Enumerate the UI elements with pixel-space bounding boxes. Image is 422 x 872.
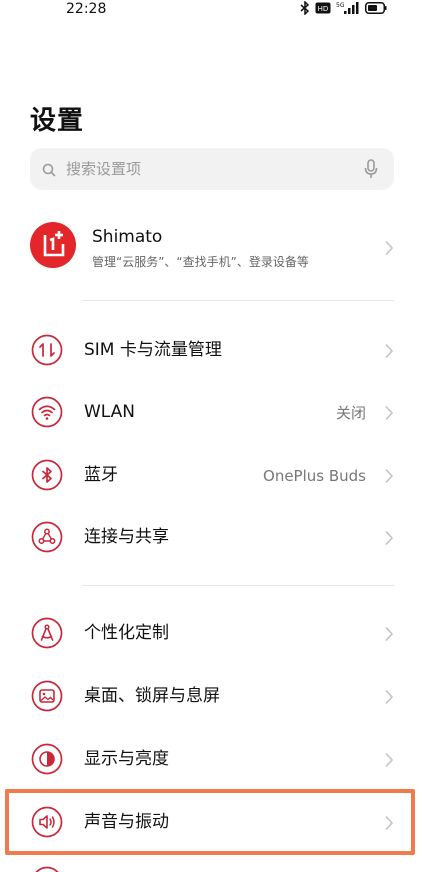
search-input[interactable]: 搜索设置项 [66, 159, 141, 179]
page-title: 设置 [30, 106, 85, 136]
setting-row-personalization[interactable]: 个性化定制 [0, 603, 422, 665]
chevron-right-icon [385, 343, 394, 359]
setting-label: 连接与共享 [84, 527, 169, 547]
setting-row-wlan[interactable]: WLAN 关闭 [0, 382, 422, 444]
bluetooth-icon [31, 459, 63, 491]
account-name: Shimato [92, 227, 163, 247]
divider [82, 585, 394, 586]
search-icon [42, 162, 56, 181]
sim-data-icon [31, 334, 63, 366]
search-bar[interactable]: 搜索设置项 [30, 148, 394, 190]
setting-row-connection-sharing[interactable]: 连接与共享 [0, 507, 422, 569]
status-bar: 22:28 HD 5G [0, 0, 422, 22]
status-bluetooth-icon [300, 1, 310, 15]
home-lock-screen-icon [31, 680, 63, 712]
chevron-right-icon [385, 626, 394, 642]
setting-row-sim[interactable]: SIM 卡与流量管理 [0, 320, 422, 382]
personalization-icon [31, 617, 63, 649]
chevron-right-icon [385, 530, 394, 546]
setting-label: 显示与亮度 [84, 749, 169, 769]
chevron-right-icon [385, 689, 394, 705]
microphone-icon[interactable] [364, 159, 378, 183]
setting-label: WLAN [84, 402, 136, 422]
divider [82, 300, 394, 301]
svg-text:HD: HD [318, 5, 329, 13]
setting-label: 蓝牙 [84, 465, 118, 485]
setting-row-display-brightness[interactable]: 显示与亮度 [0, 729, 422, 791]
status-5g-signal-icon: 5G [336, 1, 360, 15]
setting-row-bluetooth[interactable]: 蓝牙 OnePlus Buds [0, 445, 422, 507]
chevron-right-icon [385, 752, 394, 768]
account-subtitle: 管理“云服务”、“查找手机”、登录设备等 [92, 255, 309, 269]
highlight-box [5, 789, 415, 855]
connection-sharing-icon [31, 521, 63, 553]
status-hd-icon: HD [315, 2, 331, 14]
status-battery-icon [365, 2, 387, 14]
oneplus-logo-icon [30, 222, 76, 268]
setting-value: 关闭 [335, 404, 366, 422]
display-brightness-icon [31, 743, 63, 775]
setting-label: 个性化定制 [84, 623, 169, 643]
status-time: 22:28 [66, 1, 107, 17]
setting-value: OnePlus Buds [263, 467, 366, 485]
account-row[interactable]: Shimato 管理“云服务”、“查找手机”、登录设备等 [0, 210, 422, 286]
wifi-icon [31, 396, 63, 428]
status-icons: HD 5G [300, 1, 387, 15]
chevron-right-icon [385, 405, 394, 421]
chevron-right-icon [385, 468, 394, 484]
svg-text:5G: 5G [336, 2, 345, 9]
chevron-right-icon [385, 240, 394, 256]
setting-row-home-lock-screen[interactable]: 桌面、锁屏与息屏 [0, 666, 422, 728]
setting-label: 桌面、锁屏与息屏 [84, 686, 220, 706]
setting-label: SIM 卡与流量管理 [84, 340, 222, 360]
next-item-icon [31, 866, 63, 872]
